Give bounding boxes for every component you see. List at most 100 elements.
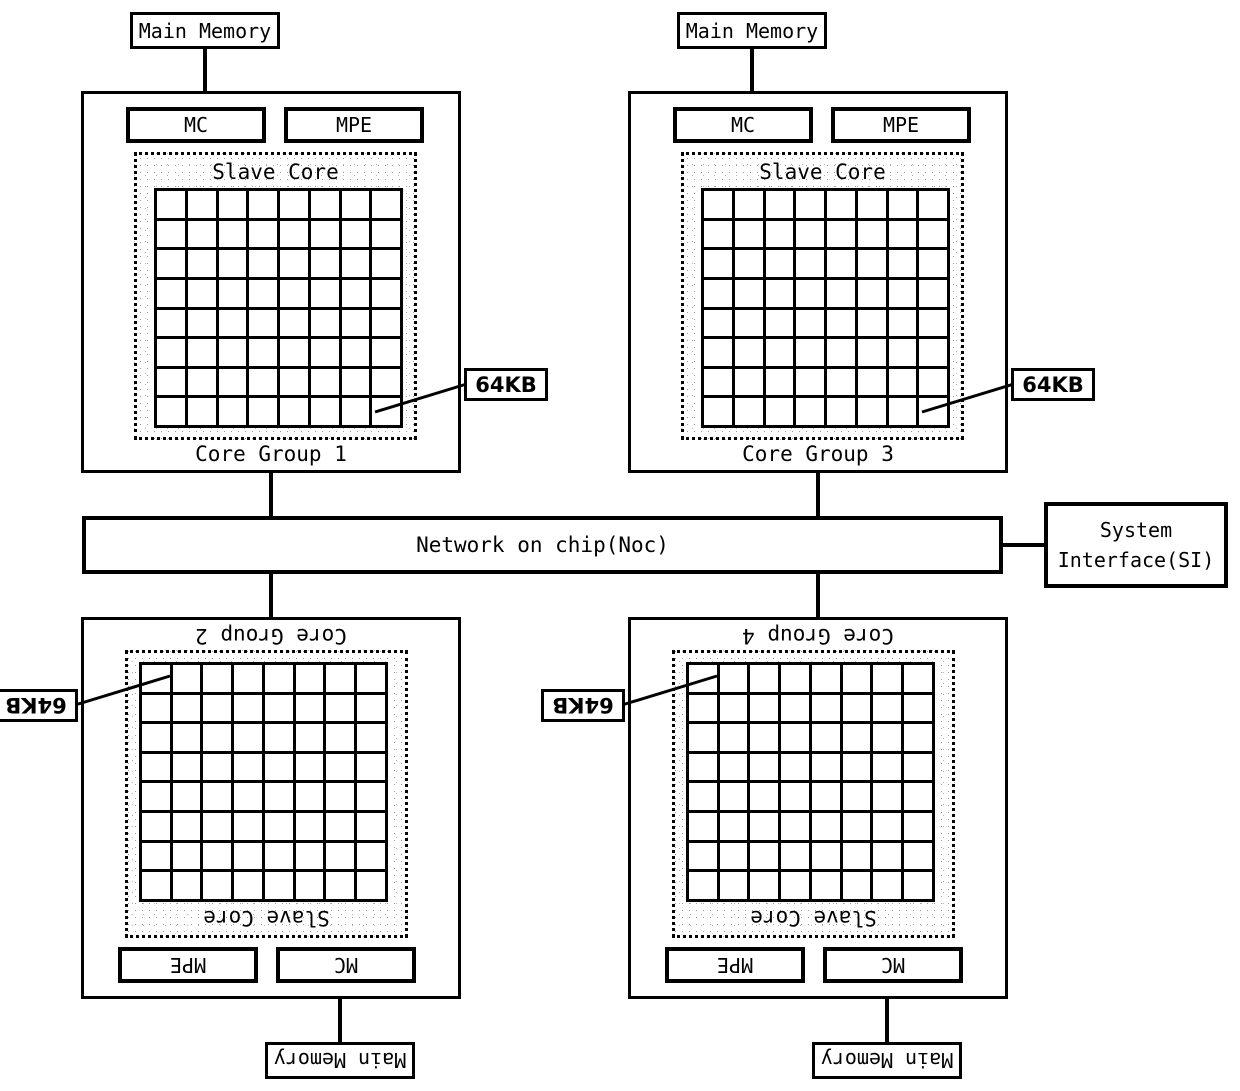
core-cell	[234, 783, 262, 811]
core-cell	[704, 191, 732, 218]
core-cell	[310, 368, 339, 396]
core-cell	[341, 250, 370, 277]
core-cell	[187, 191, 216, 218]
core-cell	[142, 724, 170, 751]
core-cell	[750, 872, 779, 899]
core-cell	[781, 724, 809, 751]
core-cell	[842, 665, 871, 692]
connector-noc-si	[1003, 543, 1044, 547]
core-cell	[857, 250, 886, 277]
core-cell	[310, 279, 339, 307]
core-cell	[919, 279, 947, 307]
core-cell	[187, 279, 216, 307]
core-cell	[873, 753, 902, 781]
core-cell	[326, 813, 355, 840]
core-cell	[750, 665, 779, 692]
slave-core-grid-cg4	[686, 662, 935, 902]
mpe-box-cg2: MPE	[118, 947, 258, 983]
core-cell	[341, 191, 370, 218]
core-cell	[265, 694, 293, 722]
core-cell	[888, 339, 917, 366]
cache-callout-cg2: 64KB	[0, 689, 78, 722]
core-cell	[265, 724, 293, 751]
core-cell	[904, 753, 932, 781]
core-cell	[203, 783, 232, 811]
mc-box-cg3: MC	[673, 107, 813, 143]
core-cell	[719, 694, 748, 722]
core-cell	[295, 694, 324, 722]
core-cell	[187, 250, 216, 277]
core-cell	[888, 191, 917, 218]
core-cell	[265, 872, 293, 899]
core-cell	[203, 694, 232, 722]
core-cell	[357, 753, 385, 781]
core-cell	[172, 665, 201, 692]
core-cell	[187, 398, 216, 425]
core-cell	[341, 220, 370, 248]
core-cell	[341, 339, 370, 366]
slave-core-grid-cg1	[154, 188, 403, 428]
core-cell	[187, 368, 216, 396]
core-cell	[203, 813, 232, 840]
core-cell	[827, 309, 855, 337]
core-cell	[904, 783, 932, 811]
core-cell	[295, 783, 324, 811]
core-cell	[249, 339, 277, 366]
connector-cg3-noc	[816, 473, 820, 516]
core-cell	[326, 842, 355, 870]
core-cell	[310, 250, 339, 277]
core-cell	[295, 724, 324, 751]
mpe-box-cg1: MPE	[284, 107, 424, 143]
core-cell	[904, 872, 932, 899]
connector-cg1-noc	[269, 473, 273, 516]
mc-box-cg2: MC	[276, 947, 416, 983]
core-cell	[812, 694, 840, 722]
core-cell	[781, 872, 809, 899]
core-cell	[857, 191, 886, 218]
core-cell	[873, 665, 902, 692]
core-cell	[280, 398, 308, 425]
core-cell	[765, 398, 794, 425]
core-cell	[781, 842, 809, 870]
core-cell	[734, 309, 763, 337]
core-cell	[765, 309, 794, 337]
core-cell	[812, 783, 840, 811]
core-cell	[904, 694, 932, 722]
core-cell	[689, 872, 717, 899]
core-cell	[781, 783, 809, 811]
core-cell	[142, 813, 170, 840]
core-cell	[295, 842, 324, 870]
core-cell	[857, 339, 886, 366]
core-cell	[750, 753, 779, 781]
core-cell	[689, 783, 717, 811]
diagram-canvas: Main Memory MC MPE Slave Core Core Group…	[0, 0, 1240, 1091]
core-cell	[689, 842, 717, 870]
core-cell	[704, 368, 732, 396]
core-cell	[888, 368, 917, 396]
core-cell	[310, 398, 339, 425]
core-cell	[326, 753, 355, 781]
core-cell	[326, 694, 355, 722]
core-cell	[172, 842, 201, 870]
core-cell	[765, 220, 794, 248]
core-cell	[295, 753, 324, 781]
slave-core-label-cg1: Slave Core	[212, 160, 339, 184]
mpe-box-cg3: MPE	[831, 107, 971, 143]
system-interface-line1: System	[1099, 518, 1173, 542]
core-group-4-caption: Core Group 4	[742, 624, 894, 648]
core-cell	[295, 665, 324, 692]
core-cell	[796, 309, 824, 337]
core-cell	[234, 665, 262, 692]
core-cell	[142, 872, 170, 899]
core-cell	[187, 339, 216, 366]
core-cell	[310, 309, 339, 337]
core-cell	[357, 842, 385, 870]
core-cell	[873, 842, 902, 870]
core-cell	[142, 753, 170, 781]
system-interface-line2: Interface(SI)	[1057, 548, 1215, 572]
cache-callout-cg3: 64KB	[1011, 368, 1095, 401]
core-cell	[719, 872, 748, 899]
core-cell	[857, 309, 886, 337]
core-cell	[372, 191, 400, 218]
core-cell	[172, 724, 201, 751]
